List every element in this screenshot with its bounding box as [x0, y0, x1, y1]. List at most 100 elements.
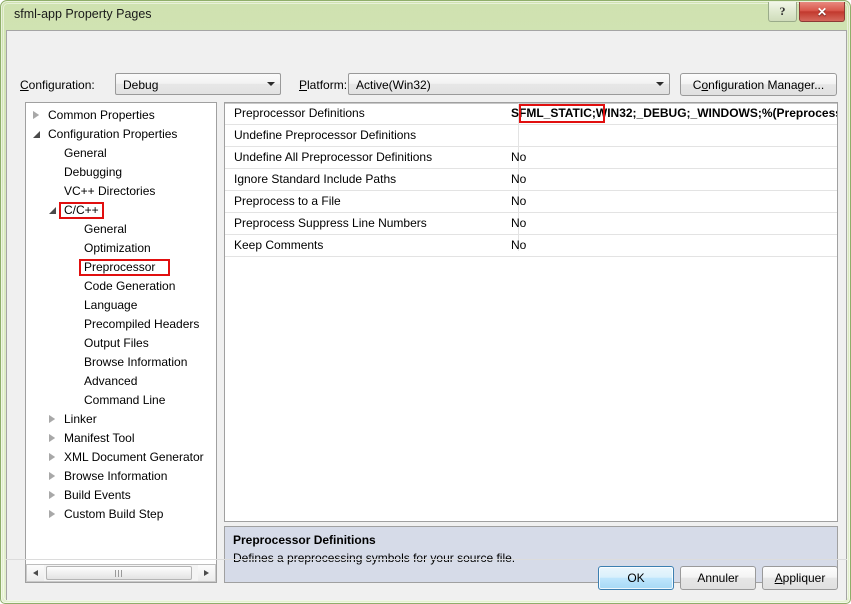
configuration-access-key: C	[20, 78, 29, 92]
window-title: sfml-app Property Pages	[14, 7, 152, 21]
configuration-value: Debug	[123, 78, 158, 92]
tree-item-linker[interactable]: Linker	[26, 410, 217, 429]
tree-item-browse-information[interactable]: Browse Information	[26, 467, 217, 486]
tree-item-label: Build Events	[64, 486, 131, 505]
scrollbar-thumb[interactable]	[46, 566, 192, 580]
chevron-down-icon[interactable]	[262, 75, 279, 93]
property-row[interactable]: Undefine Preprocessor Definitions	[225, 125, 837, 147]
help-button[interactable]: ?	[768, 2, 797, 22]
window-controls: ? ✕	[768, 2, 845, 22]
grid-row-list: Preprocessor DefinitionsSFML_STATIC;WIN3…	[225, 103, 837, 257]
tree-item-label: Command Line	[84, 391, 165, 410]
tree-item-manifest-tool[interactable]: Manifest Tool	[26, 429, 217, 448]
property-name: Undefine All Preprocessor Definitions	[234, 150, 432, 164]
property-value[interactable]: No	[511, 172, 526, 186]
tree-item-label: General	[84, 220, 127, 239]
scrollbar-track[interactable]	[44, 565, 198, 581]
property-row[interactable]: Preprocess Suppress Line NumbersNo	[225, 213, 837, 235]
triangle-expanded-icon[interactable]	[49, 207, 56, 214]
tree-item-output-files[interactable]: Output Files	[26, 334, 217, 353]
tree-item-custom-build-step[interactable]: Custom Build Step	[26, 505, 217, 524]
tree-item-common-properties[interactable]: Common Properties	[26, 106, 217, 125]
tree-item-advanced[interactable]: Advanced	[26, 372, 217, 391]
configuration-dropdown[interactable]: Debug	[115, 73, 281, 95]
property-row[interactable]: Ignore Standard Include Paths No	[225, 169, 837, 191]
tree-item-label: General	[64, 144, 107, 163]
platform-access-key: P	[299, 78, 307, 92]
cancel-button[interactable]: Annuler	[680, 566, 756, 590]
tree-item-label: Common Properties	[48, 106, 155, 125]
triangle-collapsed-icon[interactable]	[49, 472, 55, 480]
triangle-collapsed-icon[interactable]	[33, 111, 39, 119]
ok-button-label: OK	[627, 571, 644, 585]
tree-item-language[interactable]: Language	[26, 296, 217, 315]
tree-item-label: Custom Build Step	[64, 505, 163, 524]
tree-item-label: Linker	[64, 410, 97, 429]
property-row[interactable]: Undefine All Preprocessor Definitions No	[225, 147, 837, 169]
configuration-manager-button[interactable]: Configuration Manager...	[680, 73, 837, 96]
tree-item-general[interactable]: General	[26, 144, 217, 163]
property-grid[interactable]: Preprocessor DefinitionsSFML_STATIC;WIN3…	[224, 102, 838, 522]
tree-item-label: Precompiled Headers	[84, 315, 199, 334]
triangle-collapsed-icon[interactable]	[49, 491, 55, 499]
scroll-right-button[interactable]	[198, 565, 215, 581]
property-value[interactable]: No	[511, 216, 526, 230]
tree-item-vc-directories[interactable]: VC++ Directories	[26, 182, 217, 201]
tree-item-label: Output Files	[84, 334, 149, 353]
platform-dropdown[interactable]: Active(Win32)	[348, 73, 670, 95]
property-row[interactable]: Preprocess to a FileNo	[225, 191, 837, 213]
chevron-down-icon[interactable]	[651, 75, 668, 93]
tree-item-debugging[interactable]: Debugging	[26, 163, 217, 182]
grip-dots-icon	[115, 570, 124, 577]
triangle-collapsed-icon[interactable]	[49, 415, 55, 423]
configuration-label: Configuration:	[20, 78, 95, 92]
title-bar: sfml-app Property Pages ? ✕	[1, 1, 851, 30]
property-name: Undefine Preprocessor Definitions	[234, 128, 416, 142]
tree-item-label: Debugging	[64, 163, 122, 182]
triangle-collapsed-icon[interactable]	[49, 453, 55, 461]
configuration-label-text: onfiguration:	[29, 78, 95, 92]
triangle-left-icon	[33, 570, 38, 576]
tree-item-label: Optimization	[84, 239, 151, 258]
tree-horizontal-scrollbar[interactable]	[26, 564, 216, 582]
cancel-button-label: Annuler	[697, 571, 738, 585]
property-value[interactable]: No	[511, 238, 526, 252]
configuration-manager-label: Configuration Manager...	[693, 78, 824, 92]
triangle-expanded-icon[interactable]	[33, 131, 40, 138]
description-title: Preprocessor Definitions	[233, 533, 376, 547]
dialog-client-area: Configuration: Debug Platform: Active(Wi…	[6, 30, 847, 600]
property-value[interactable]: No	[511, 150, 526, 164]
tree-item-code-generation[interactable]: Code Generation	[26, 277, 217, 296]
tree-item-configuration-properties[interactable]: Configuration Properties	[26, 125, 217, 144]
configuration-tree[interactable]: Common PropertiesConfiguration Propertie…	[25, 102, 217, 583]
property-row[interactable]: Preprocessor DefinitionsSFML_STATIC;WIN3…	[225, 103, 837, 125]
tree-item-preprocessor[interactable]: Preprocessor	[26, 258, 217, 277]
platform-label: Platform:	[299, 78, 347, 92]
tree-item-precompiled-headers[interactable]: Precompiled Headers	[26, 315, 217, 334]
tree-item-label: Browse Information	[84, 353, 187, 372]
tree-item-browse-information[interactable]: Browse Information	[26, 353, 217, 372]
tree-item-general[interactable]: General	[26, 220, 217, 239]
tree-item-label: Browse Information	[64, 467, 167, 486]
triangle-collapsed-icon[interactable]	[49, 434, 55, 442]
property-name: Preprocessor Definitions	[234, 106, 365, 120]
ok-button[interactable]: OK	[598, 566, 674, 590]
tree-item-highlight-box	[79, 259, 170, 276]
scroll-left-button[interactable]	[27, 565, 44, 581]
tree-item-build-events[interactable]: Build Events	[26, 486, 217, 505]
question-mark-icon: ?	[780, 4, 786, 19]
close-button[interactable]: ✕	[799, 2, 845, 22]
apply-button[interactable]: Appliquer	[762, 566, 838, 590]
tree-item-label: VC++ Directories	[64, 182, 155, 201]
tree-item-c-c[interactable]: C/C++	[26, 201, 217, 220]
tree-item-label: Manifest Tool	[64, 429, 134, 448]
property-row[interactable]: Keep CommentsNo	[225, 235, 837, 257]
triangle-collapsed-icon[interactable]	[49, 510, 55, 518]
tree-item-label: Language	[84, 296, 137, 315]
tree-item-xml-document-generator[interactable]: XML Document Generator	[26, 448, 217, 467]
tree-item-optimization[interactable]: Optimization	[26, 239, 217, 258]
property-name: Ignore Standard Include Paths	[234, 172, 396, 186]
tree-item-command-line[interactable]: Command Line	[26, 391, 217, 410]
property-value[interactable]: No	[511, 194, 526, 208]
property-value-highlight-box	[519, 104, 605, 123]
